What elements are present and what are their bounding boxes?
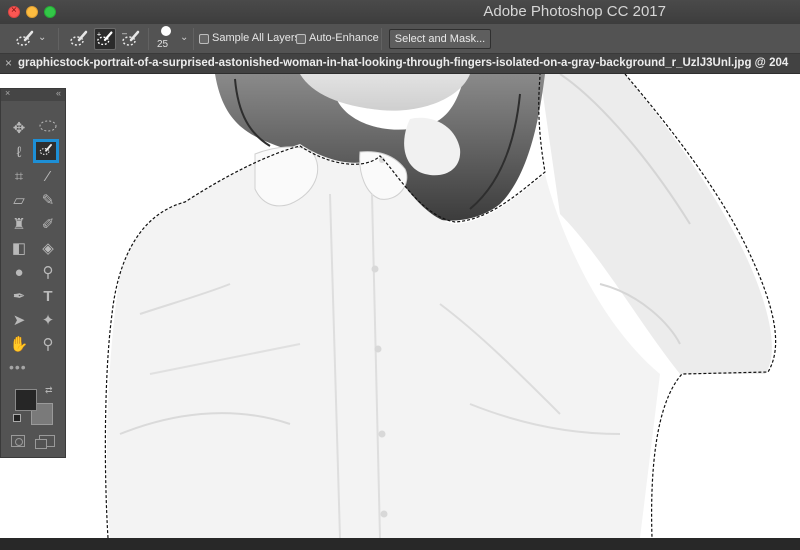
divider [381, 28, 382, 50]
maximize-window-button[interactable] [44, 6, 56, 18]
quick-selection-tool[interactable] [33, 139, 59, 163]
chevron-down-icon[interactable]: ⌄ [38, 32, 46, 43]
auto-enhance-label[interactable]: Auto-Enhance [309, 32, 379, 44]
svg-text:+: + [97, 29, 101, 38]
photo-image [104, 74, 777, 538]
eyedropper-tool-icon[interactable]: ⁄ [35, 165, 61, 189]
pen-tool-icon[interactable]: ✒ [6, 285, 32, 309]
crop-tool-icon[interactable]: ⌗ [6, 165, 32, 189]
path-selection-tool-icon[interactable]: ➤ [6, 309, 32, 333]
collapse-icon[interactable]: « [56, 88, 61, 98]
close-icon: × [11, 5, 17, 16]
subtract-from-selection-button[interactable]: – [120, 28, 142, 50]
ellipse-marquee-icon [39, 120, 57, 132]
chevron-down-icon[interactable]: ⌄ [180, 32, 188, 43]
tools-panel: × « ✥ ℓ ⌗ ⁄ ▱ ✎ ♜ ✐ ◧ ◈ ● ⚲ ✒ T ➤ ✦ ✋ ⚲ … [0, 88, 66, 458]
quick-selection-brush-icon [16, 30, 34, 46]
brush-preview-icon[interactable] [161, 26, 171, 36]
eraser-tool-icon[interactable]: ◧ [6, 237, 32, 261]
history-brush-tool-icon[interactable]: ✐ [35, 213, 61, 237]
document-tab[interactable]: × graphicstock-portrait-of-a-surprised-a… [0, 54, 800, 74]
minimize-window-button[interactable] [26, 6, 38, 18]
default-colors-icon[interactable] [13, 414, 21, 422]
app-title: Adobe Photoshop CC 2017 [483, 3, 666, 20]
close-tab-icon[interactable]: × [5, 56, 12, 70]
marquee-tool-icon[interactable] [35, 117, 61, 141]
lasso-tool-icon[interactable]: ℓ [6, 141, 32, 165]
status-bar [0, 538, 800, 550]
more-tools-icon[interactable]: ••• [9, 359, 27, 375]
brush-subtract-selection-icon: – [122, 28, 140, 46]
tools-panel-header[interactable]: × « [1, 88, 65, 101]
brush-size-value[interactable]: 25 [157, 39, 168, 50]
hand-tool-icon[interactable]: ✋ [6, 333, 32, 357]
auto-enhance-checkbox[interactable] [296, 34, 306, 44]
options-bar: ⌄ + – 25 ⌄ Sample All Layers Auto-Enhanc… [0, 24, 800, 54]
paint-bucket-tool-icon[interactable]: ◈ [35, 237, 61, 261]
clone-stamp-tool-icon[interactable]: ♜ [6, 213, 32, 237]
zoom-tool-icon[interactable]: ⚲ [35, 333, 61, 357]
quick-selection-icon [39, 144, 52, 155]
select-and-mask-button[interactable]: Select and Mask... [389, 29, 491, 49]
foreground-color-swatch[interactable] [15, 389, 37, 411]
blur-tool-icon[interactable]: ● [6, 261, 32, 285]
new-selection-button[interactable] [68, 28, 90, 50]
swap-colors-icon[interactable]: ⇄ [45, 385, 53, 396]
quick-mask-icon[interactable] [11, 435, 25, 447]
add-to-selection-button[interactable]: + [94, 28, 116, 50]
brush-tool-icon[interactable]: ✎ [35, 189, 61, 213]
brush-new-selection-icon [70, 30, 88, 46]
tool-preset-picker[interactable] [14, 28, 36, 50]
divider [193, 28, 194, 50]
document-title: graphicstock-portrait-of-a-surprised-ast… [18, 57, 789, 69]
document-canvas[interactable] [0, 74, 800, 538]
divider [148, 28, 149, 50]
close-icon[interactable]: × [5, 88, 10, 98]
type-tool-icon[interactable]: T [35, 285, 61, 309]
sample-all-layers-checkbox[interactable] [199, 34, 209, 44]
divider [58, 28, 59, 50]
close-window-button[interactable]: × [8, 5, 20, 18]
title-bar: × Adobe Photoshop CC 2017 [0, 0, 800, 24]
dodge-tool-icon[interactable]: ⚲ [35, 261, 61, 285]
screen-mode-icon[interactable] [35, 435, 55, 449]
healing-brush-tool-icon[interactable]: ▱ [6, 189, 32, 213]
move-tool-icon[interactable]: ✥ [6, 117, 32, 141]
custom-shape-tool-icon[interactable]: ✦ [35, 309, 61, 333]
svg-text:–: – [122, 28, 127, 38]
brush-add-selection-icon: + [97, 29, 113, 46]
sample-all-layers-label[interactable]: Sample All Layers [212, 32, 300, 44]
